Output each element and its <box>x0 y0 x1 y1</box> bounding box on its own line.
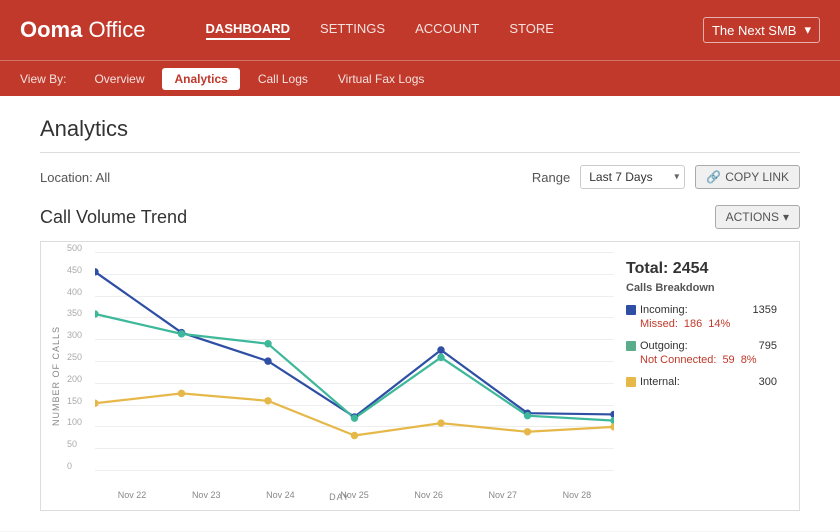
range-select[interactable]: Last 7 Days Last 30 Days Last 90 Days <box>580 165 685 189</box>
internal-color-dot <box>626 377 636 387</box>
section-header: Call Volume Trend ACTIONS ▾ <box>40 205 800 229</box>
actions-label: ACTIONS <box>726 210 779 224</box>
logo: Ooma Office <box>20 17 146 43</box>
filter-right: Range Last 7 Days Last 30 Days Last 90 D… <box>532 165 800 189</box>
page-title: Analytics <box>40 116 800 153</box>
chart-left: NUMBER OF CALLS 500 450 400 350 300 250 … <box>51 252 614 500</box>
chart-breakdown: Total: 2454 Calls Breakdown Incoming: 13… <box>614 252 789 500</box>
copy-link-label: COPY LINK <box>725 170 789 184</box>
nav-store[interactable]: STORE <box>509 21 554 40</box>
incoming-label: Incoming: <box>640 304 749 316</box>
view-by-label: View By: <box>20 72 66 86</box>
breakdown-internal: Internal: 300 <box>626 376 777 388</box>
header: Ooma Office DASHBOARD SETTINGS ACCOUNT S… <box>0 0 840 60</box>
y-axis-label: NUMBER OF CALLS <box>51 326 61 426</box>
incoming-color-dot <box>626 305 636 315</box>
nav-account[interactable]: ACCOUNT <box>415 21 479 40</box>
line-chart-svg <box>95 252 614 500</box>
incoming-count: 1359 <box>753 304 777 316</box>
x-label-1: Nov 23 <box>169 490 243 500</box>
tab-virtual-fax-logs[interactable]: Virtual Fax Logs <box>326 68 437 90</box>
content-area: Analytics Location: All Range Last 7 Day… <box>0 96 840 531</box>
nav-settings[interactable]: SETTINGS <box>320 21 385 40</box>
account-name: The Next SMB <box>712 23 797 38</box>
sub-nav: View By: Overview Analytics Call Logs Vi… <box>0 60 840 96</box>
total-label: Total: 2454 <box>626 260 777 278</box>
outgoing-count: 795 <box>759 340 777 352</box>
missed-count: 186 <box>684 318 702 330</box>
tab-overview[interactable]: Overview <box>82 68 156 90</box>
actions-button[interactable]: ACTIONS ▾ <box>715 205 800 229</box>
chart-container: NUMBER OF CALLS 500 450 400 350 300 250 … <box>40 241 800 511</box>
x-axis-label: DAY <box>329 492 350 502</box>
range-select-wrapper: Last 7 Days Last 30 Days Last 90 Days <box>580 165 685 189</box>
x-labels: Nov 22 Nov 23 Nov 24 Nov 25 Nov 26 Nov 2… <box>95 490 614 500</box>
outgoing-color-dot <box>626 341 636 351</box>
x-label-0: Nov 22 <box>95 490 169 500</box>
x-label-2: Nov 24 <box>243 490 317 500</box>
not-connected-pct: 8% <box>741 354 757 366</box>
copy-link-button[interactable]: 🔗 COPY LINK <box>695 165 800 189</box>
filter-row: Location: All Range Last 7 Days Last 30 … <box>40 165 800 189</box>
chevron-down-icon: ▾ <box>783 210 789 224</box>
chevron-down-icon: ▾ <box>804 22 811 38</box>
nav-dashboard[interactable]: DASHBOARD <box>206 21 291 40</box>
internal-count: 300 <box>759 376 777 388</box>
breakdown-incoming: Incoming: 1359 Missed: 186 14% <box>626 304 777 330</box>
missed-pct: 14% <box>708 318 730 330</box>
tab-call-logs[interactable]: Call Logs <box>246 68 320 90</box>
outgoing-label: Outgoing: <box>640 340 755 352</box>
x-label-4: Nov 26 <box>392 490 466 500</box>
main-nav: DASHBOARD SETTINGS ACCOUNT STORE <box>206 21 703 40</box>
range-label: Range <box>532 170 570 185</box>
x-label-5: Nov 27 <box>466 490 540 500</box>
chart-area: 500 450 400 350 300 250 200 150 100 50 0 <box>65 252 614 500</box>
breakdown-outgoing: Outgoing: 795 Not Connected: 59 8% <box>626 340 777 366</box>
breakdown-title: Calls Breakdown <box>626 282 777 294</box>
logo-suffix: Office <box>82 17 145 42</box>
location-label: Location: All <box>40 170 110 185</box>
section-title: Call Volume Trend <box>40 207 187 228</box>
x-label-6: Nov 28 <box>540 490 614 500</box>
link-icon: 🔗 <box>706 170 721 184</box>
account-selector[interactable]: The Next SMB ▾ <box>703 17 820 43</box>
not-connected-label: Not Connected: <box>640 354 716 366</box>
not-connected-count: 59 <box>722 354 734 366</box>
missed-label: Missed: <box>640 318 678 330</box>
tab-analytics[interactable]: Analytics <box>162 68 239 90</box>
internal-label: Internal: <box>640 376 755 388</box>
